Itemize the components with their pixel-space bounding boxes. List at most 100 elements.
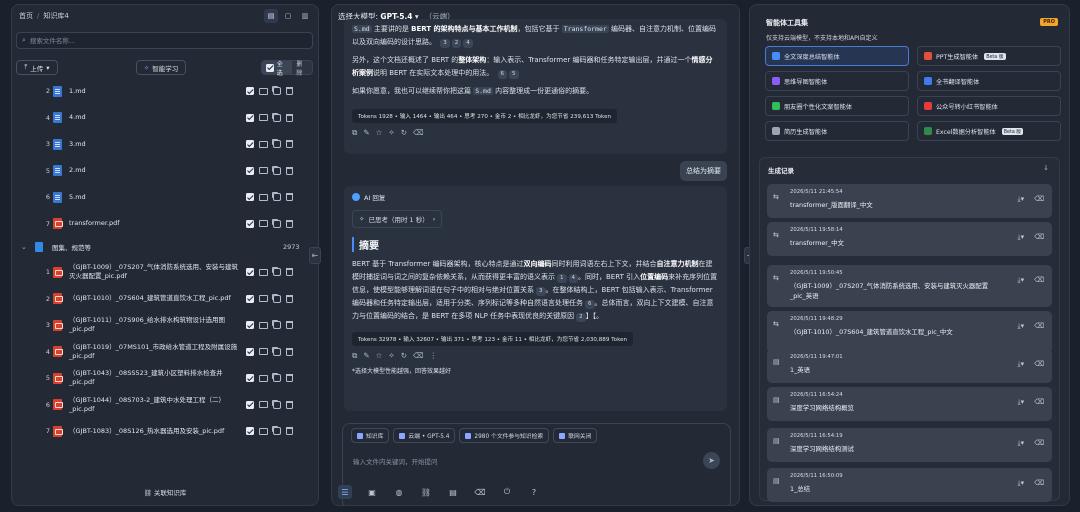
- checkbox[interactable]: [246, 321, 254, 329]
- citation-ref[interactable]: 2: [451, 39, 462, 48]
- trash-icon[interactable]: [286, 219, 293, 228]
- trash-icon[interactable]: ⌫: [1034, 322, 1044, 331]
- trash-icon[interactable]: [286, 400, 293, 409]
- checkbox[interactable]: [246, 193, 254, 201]
- checkbox[interactable]: [246, 87, 254, 95]
- breadcrumb-home[interactable]: 首页: [19, 12, 33, 20]
- chat-icon[interactable]: ▢: [281, 9, 295, 23]
- folder-icon[interactable]: [259, 167, 268, 174]
- folder-icon[interactable]: [259, 295, 268, 302]
- download-icon[interactable]: ⤓▾: [1017, 479, 1024, 488]
- checkbox[interactable]: [246, 113, 254, 122]
- history-item[interactable]: ▤ 2026/5/11 16:54:24 深度学习网络结构概览 ⤓▾ ⌫: [767, 387, 1052, 421]
- trash-icon[interactable]: ⌫: [473, 485, 487, 499]
- download-icon[interactable]: ⤓▾: [1017, 233, 1024, 242]
- more-icon[interactable]: ⋮: [430, 351, 438, 361]
- file-row[interactable]: 4 4.md: [12, 105, 318, 131]
- download-icon[interactable]: ⤓▾: [1017, 195, 1024, 204]
- agent-button[interactable]: 公众号转小红书智能体: [917, 96, 1061, 116]
- file-row[interactable]: 6 （GJBT-1044）_08S703-2_建筑中水处理工程（二）_pic.pd…: [12, 392, 318, 418]
- checkbox[interactable]: [246, 166, 254, 175]
- file-row[interactable]: 7 （GJBT-1083）_08S126_热水器选用及安装_pic.pdf: [12, 418, 318, 444]
- star-icon[interactable]: ☆: [376, 351, 383, 361]
- storage-icon[interactable]: ▣: [365, 485, 379, 499]
- history-item[interactable]: ⇆ 2026/5/11 19:50:45 （GJBT-1009）_07S207_气体…: [767, 265, 1052, 307]
- trash-icon[interactable]: [286, 321, 293, 329]
- citation-ref[interactable]: 6: [497, 70, 508, 79]
- checkbox[interactable]: [246, 219, 254, 228]
- edit-icon[interactable]: ✎: [363, 128, 369, 138]
- checkbox[interactable]: [246, 374, 254, 382]
- document-icon[interactable]: ▤: [446, 485, 460, 499]
- edit-icon[interactable]: ✎: [363, 351, 369, 361]
- trash-icon[interactable]: ⌫: [1034, 479, 1044, 488]
- agent-button[interactable]: 全文深度总结智能体: [765, 46, 909, 66]
- trash-icon[interactable]: [286, 113, 293, 122]
- copy-icon[interactable]: ⧉: [352, 128, 357, 138]
- agent-button[interactable]: PPT生成智能体 Beta 版: [917, 46, 1061, 66]
- thinking-toggle[interactable]: ✧ 已思考（用时 1 秒） ›: [352, 210, 443, 228]
- file-row[interactable]: 2 （GJBT-1010）_07S604_建筑管道直饮水工程_pic.pdf: [12, 286, 318, 312]
- history-item[interactable]: ⇆ 2026/5/11 19:58:14 transformer_中文 ⤓▾ ⌫: [767, 222, 1052, 256]
- folder-icon[interactable]: [259, 401, 268, 408]
- copy-icon[interactable]: [273, 294, 281, 303]
- folder-icon[interactable]: [259, 114, 268, 121]
- context-chip[interactable]: 2980 个文件参与知识检索: [459, 428, 550, 443]
- citation-ref[interactable]: 4: [568, 274, 578, 283]
- copy-icon[interactable]: [273, 321, 281, 329]
- file-row[interactable]: 3 3.md: [12, 131, 318, 157]
- download-icon[interactable]: ⤓▾: [1017, 398, 1024, 407]
- checkbox[interactable]: [246, 294, 254, 303]
- checkbox[interactable]: [246, 400, 254, 409]
- context-chip[interactable]: 云端 • GPT-5.4: [393, 428, 456, 443]
- copy-icon[interactable]: [273, 374, 281, 382]
- chat-input[interactable]: 输入文件内关键词，开始提问: [353, 456, 438, 466]
- upload-button[interactable]: ⤒ 上传 ▾: [16, 60, 58, 75]
- agent-button[interactable]: 全书翻译智能体: [917, 71, 1061, 91]
- copy-icon[interactable]: [273, 400, 281, 409]
- trash-icon[interactable]: ⌫: [1034, 398, 1044, 407]
- citation-ref[interactable]: 2: [576, 313, 586, 322]
- agent-button[interactable]: Excel数据分析智能体 Beta 版: [917, 121, 1061, 141]
- checkbox[interactable]: [246, 347, 254, 356]
- file-row[interactable]: 5 （GJBT-1043）_08SS523_建筑小区塑料排水检查井_pic.pdf: [12, 365, 318, 391]
- citation-ref[interactable]: 5: [509, 70, 519, 79]
- globe-icon[interactable]: ◍: [392, 485, 406, 499]
- copy-icon[interactable]: [273, 166, 281, 175]
- checkbox[interactable]: [246, 427, 254, 435]
- trash-icon[interactable]: [286, 193, 293, 201]
- agent-button[interactable]: 简历生成智能体: [765, 121, 909, 141]
- document-view-icon[interactable]: ▤: [264, 9, 278, 23]
- agent-button[interactable]: 朋友圈个性化文案智能体: [765, 96, 909, 116]
- file-row[interactable]: 6 5.md: [12, 184, 318, 210]
- checkbox[interactable]: [246, 140, 254, 148]
- sidebar-icon[interactable]: ▥: [298, 9, 312, 23]
- copy-icon[interactable]: [273, 427, 281, 435]
- copy-icon[interactable]: [273, 219, 281, 228]
- delete-button[interactable]: 删除: [292, 59, 312, 77]
- download-icon[interactable]: ⤓▾: [1017, 360, 1024, 369]
- trash-icon[interactable]: [286, 374, 293, 382]
- context-chip[interactable]: 联网关闭: [553, 428, 598, 443]
- trash-icon[interactable]: ⌫: [1034, 276, 1044, 285]
- trash-icon[interactable]: [286, 166, 293, 175]
- file-row[interactable]: 2 1.md: [12, 81, 318, 104]
- link-knowledge-base-button[interactable]: ⛓ 关联知识库: [12, 487, 318, 497]
- history-item[interactable]: ⇆ 2026/5/11 21:45:54 transformer_版面翻译_中文 ⤓▾…: [767, 184, 1052, 218]
- context-chip[interactable]: 知识库: [351, 428, 390, 443]
- citation-ref[interactable]: 3: [536, 287, 546, 296]
- copy-icon[interactable]: ⧉: [352, 351, 357, 361]
- trash-icon[interactable]: [286, 268, 293, 276]
- agent-button[interactable]: 思维导图智能体: [765, 71, 909, 91]
- smart-learning-button[interactable]: ✧ 智能学习: [136, 60, 186, 75]
- citation-ref[interactable]: 1: [557, 274, 567, 283]
- help-icon[interactable]: ?: [527, 485, 541, 499]
- trash-icon[interactable]: [286, 347, 293, 356]
- folder-icon[interactable]: [259, 140, 268, 148]
- file-row[interactable]: 7 transformer.pdf: [12, 211, 318, 237]
- folder-icon[interactable]: [259, 321, 268, 329]
- folder-icon[interactable]: [259, 87, 268, 95]
- power-icon[interactable]: ⏻: [500, 485, 514, 499]
- database-icon[interactable]: ☰: [338, 485, 352, 499]
- trash-icon[interactable]: [286, 87, 293, 95]
